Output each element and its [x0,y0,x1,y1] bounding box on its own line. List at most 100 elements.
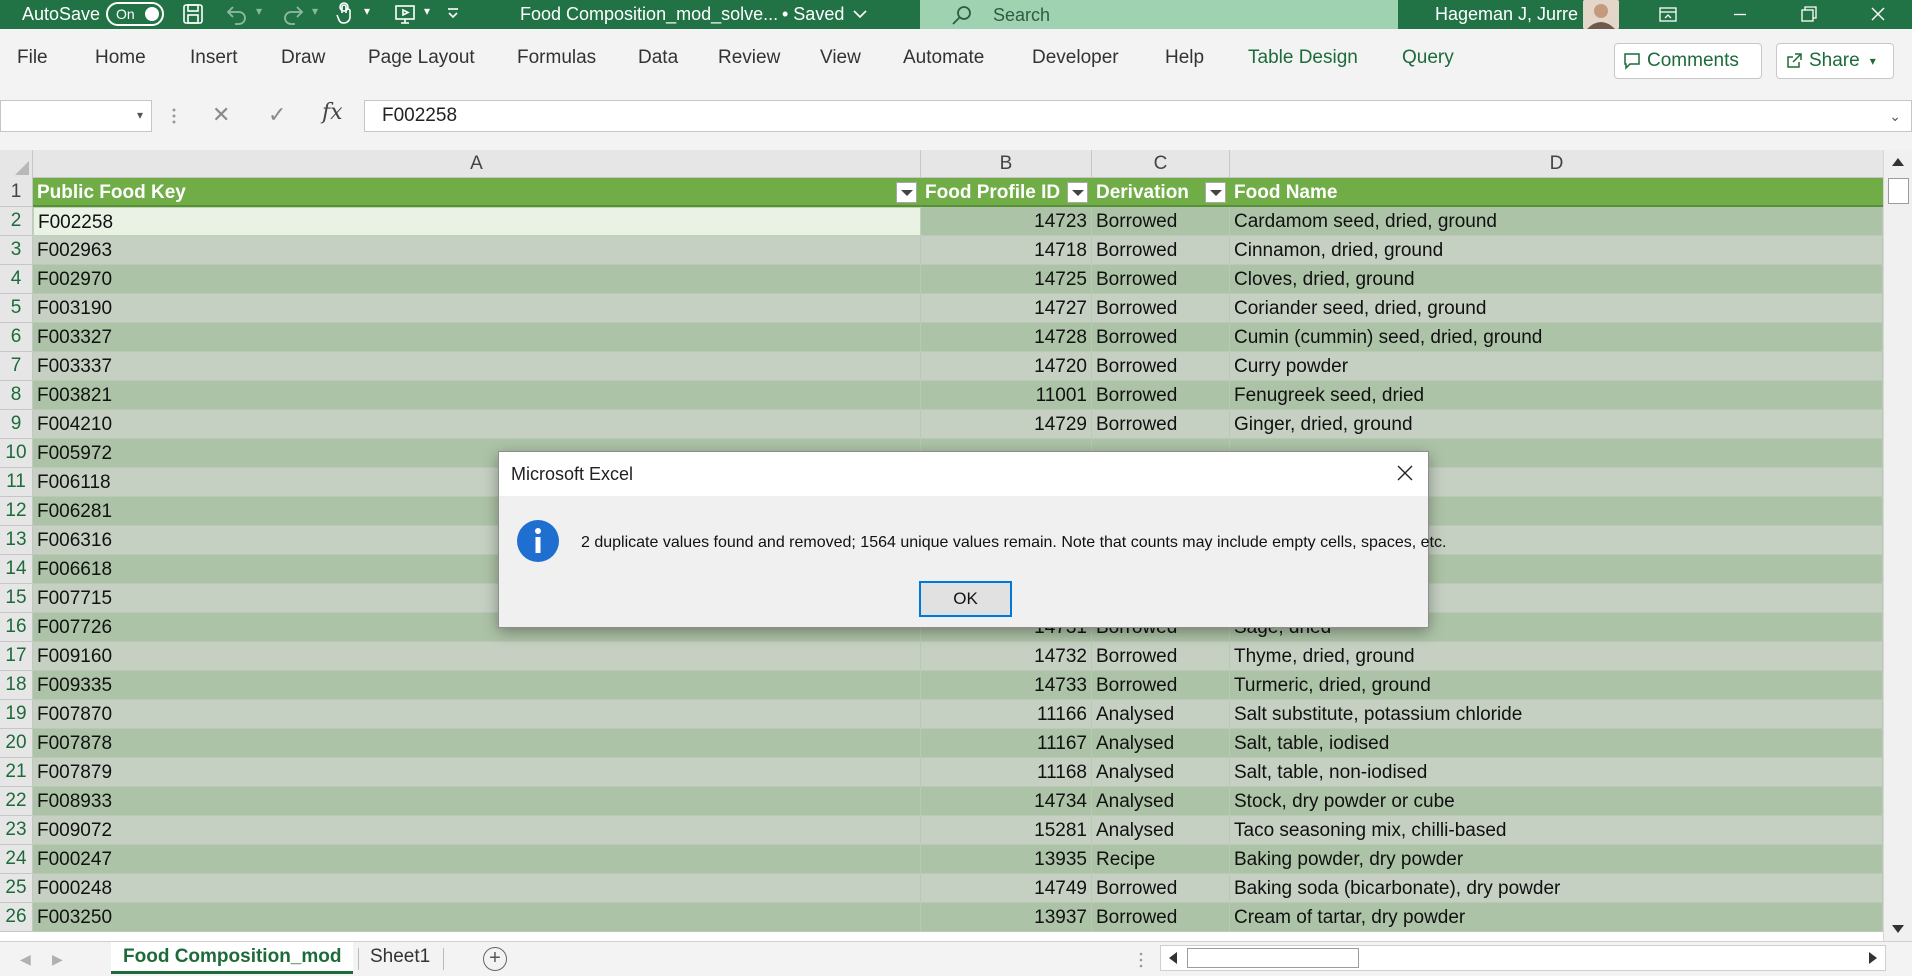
table-cell[interactable]: Recipe [1092,845,1230,874]
ok-button[interactable]: OK [919,581,1012,617]
avatar[interactable] [1583,0,1619,29]
autosave-toggle[interactable]: On [106,2,164,26]
table-cell[interactable]: F007878 [33,729,921,758]
redo-icon[interactable] [280,2,306,26]
table-cell[interactable]: 14718 [921,236,1092,265]
row-header[interactable]: 6 [0,323,33,352]
table-cell[interactable]: Borrowed [1092,671,1230,700]
table-cell[interactable]: Borrowed [1092,236,1230,265]
table-header-cell[interactable]: Derivation [1092,178,1230,207]
horizontal-scroll-thumb[interactable] [1187,948,1359,968]
table-cell[interactable]: Borrowed [1092,642,1230,671]
scroll-left-icon[interactable] [1167,951,1179,965]
row-header[interactable]: 10 [0,439,33,468]
tab-view[interactable]: View [820,29,861,86]
tab-page-layout[interactable]: Page Layout [368,29,475,86]
scroll-right-icon[interactable] [1867,951,1879,965]
table-cell[interactable]: Borrowed [1092,265,1230,294]
table-cell[interactable]: F007870 [33,700,921,729]
table-cell[interactable]: F004210 [33,410,921,439]
table-header-cell[interactable]: Food Profile ID [921,178,1092,207]
table-cell[interactable]: Thyme, dried, ground [1230,642,1883,671]
share-chevron-icon[interactable]: ▾ [1870,54,1876,68]
scroll-down-icon[interactable] [1891,923,1905,935]
tab-developer[interactable]: Developer [1032,29,1119,86]
tab-draw[interactable]: Draw [281,29,325,86]
table-cell[interactable]: Analysed [1092,700,1230,729]
table-cell[interactable]: 14728 [921,323,1092,352]
restore-icon[interactable] [1780,0,1836,29]
table-cell[interactable]: Borrowed [1092,352,1230,381]
table-cell[interactable]: Borrowed [1092,207,1230,236]
table-cell[interactable]: F002970 [33,265,921,294]
tab-insert[interactable]: Insert [190,29,238,86]
table-cell[interactable]: 14723 [921,207,1092,236]
table-cell[interactable]: Baking powder, dry powder [1230,845,1883,874]
table-cell[interactable]: Salt, table, iodised [1230,729,1883,758]
table-cell[interactable]: F002963 [33,236,921,265]
table-cell[interactable]: Turmeric, dried, ground [1230,671,1883,700]
row-header[interactable]: 14 [0,555,33,584]
row-header[interactable]: 1 [0,178,33,207]
customize-toolbar-icon[interactable] [440,2,466,26]
table-cell[interactable]: F009160 [33,642,921,671]
sheet-tab-sheet1[interactable]: Sheet1 [358,942,442,974]
table-cell[interactable]: 14725 [921,265,1092,294]
table-cell[interactable]: F003337 [33,352,921,381]
comments-button[interactable]: Comments [1614,43,1762,79]
insert-function-icon[interactable]: fx [322,100,343,125]
table-cell[interactable]: F000248 [33,874,921,903]
undo-caret-icon[interactable]: ▾ [256,4,268,24]
table-cell[interactable]: 11166 [921,700,1092,729]
filter-dropdown-icon[interactable] [896,182,917,203]
name-box[interactable]: ▾ [0,100,152,132]
vertical-scroll-thumb[interactable] [1888,178,1909,204]
table-cell[interactable]: Coriander seed, dried, ground [1230,294,1883,323]
user-name[interactable]: Hageman J, Jurre [1435,0,1578,29]
dialog-close-icon[interactable] [1394,462,1416,484]
table-cell[interactable]: 11167 [921,729,1092,758]
tab-home[interactable]: Home [95,29,146,86]
row-header[interactable]: 13 [0,526,33,555]
row-header[interactable]: 11 [0,468,33,497]
table-cell[interactable]: Cloves, dried, ground [1230,265,1883,294]
save-icon[interactable] [180,2,206,26]
title-chevron-down-icon[interactable] [852,6,868,22]
undo-icon[interactable] [224,2,250,26]
enter-entry-icon[interactable]: ✓ [268,102,286,128]
select-all-corner[interactable] [0,150,33,178]
table-cell[interactable]: Borrowed [1092,903,1230,932]
table-cell[interactable]: Borrowed [1092,410,1230,439]
table-cell[interactable]: Taco seasoning mix, chilli-based [1230,816,1883,845]
table-cell[interactable]: 14720 [921,352,1092,381]
column-header-b[interactable]: B [921,150,1092,178]
table-header-cell[interactable]: Food Name [1230,178,1883,207]
tab-formulas[interactable]: Formulas [517,29,596,86]
tab-help[interactable]: Help [1165,29,1204,86]
table-cell[interactable]: 15281 [921,816,1092,845]
tab-split-grip-icon[interactable] [1138,951,1144,969]
add-sheet-button[interactable]: + [483,947,507,971]
row-header[interactable]: 18 [0,671,33,700]
table-cell[interactable]: Analysed [1092,816,1230,845]
filter-dropdown-icon[interactable] [1067,182,1088,203]
table-cell[interactable]: 14749 [921,874,1092,903]
table-cell[interactable]: Borrowed [1092,874,1230,903]
table-cell[interactable]: F007879 [33,758,921,787]
table-cell[interactable]: 11168 [921,758,1092,787]
share-button[interactable]: Share ▾ [1776,43,1894,79]
tab-data[interactable]: Data [638,29,678,86]
expand-formula-bar-icon[interactable]: ⌄ [1889,101,1901,131]
tab-file[interactable]: File [17,29,48,86]
tab-query[interactable]: Query [1402,29,1454,86]
table-cell[interactable]: Baking soda (bicarbonate), dry powder [1230,874,1883,903]
prev-sheet-icon[interactable]: ◀ [20,951,31,968]
row-header[interactable]: 21 [0,758,33,787]
table-cell[interactable]: 13935 [921,845,1092,874]
row-header[interactable]: 19 [0,700,33,729]
table-cell[interactable]: F003250 [33,903,921,932]
table-cell[interactable]: 11001 [921,381,1092,410]
row-header[interactable]: 4 [0,265,33,294]
table-cell[interactable]: 14734 [921,787,1092,816]
touch-caret-icon[interactable]: ▾ [364,4,376,24]
